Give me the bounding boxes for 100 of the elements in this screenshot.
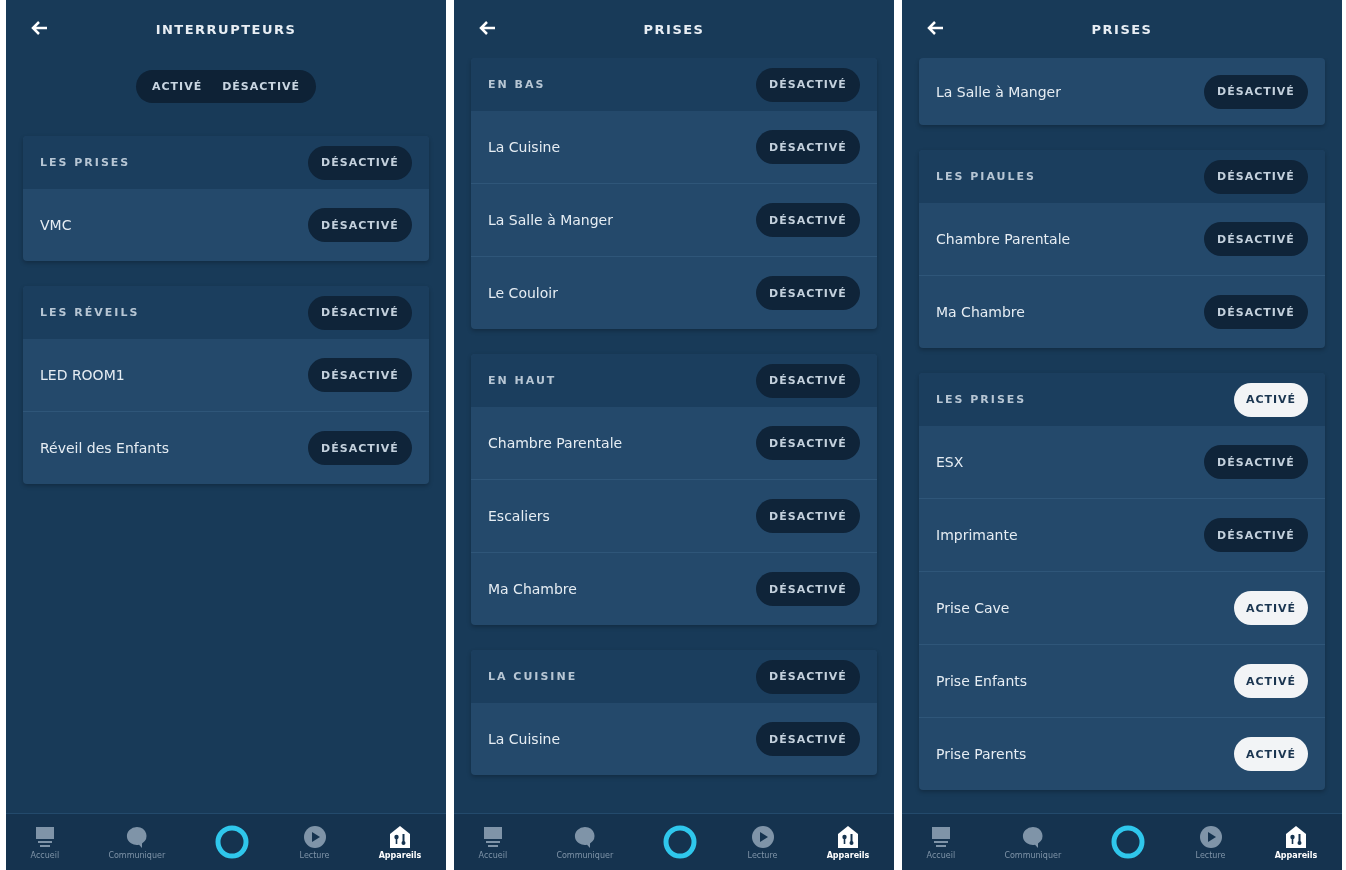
screen-title: PRISES bbox=[1091, 21, 1153, 37]
toggle-button[interactable]: DÉSACTIVÉ bbox=[756, 722, 860, 756]
back-arrow-icon[interactable] bbox=[30, 20, 48, 36]
toggle-button[interactable]: ACTIVÉ bbox=[1234, 664, 1308, 698]
device-row[interactable]: La Salle à Manger DÉSACTIVÉ bbox=[919, 58, 1325, 125]
smart-home-icon bbox=[836, 824, 860, 849]
smart-home-icon bbox=[388, 824, 412, 849]
smart-home-icon bbox=[1284, 824, 1308, 849]
home-icon bbox=[929, 824, 952, 849]
device-name: Chambre Parentale bbox=[488, 435, 623, 451]
play-icon bbox=[750, 824, 775, 849]
device-row[interactable]: VMC DÉSACTIVÉ bbox=[23, 189, 429, 261]
device-name: Chambre Parentale bbox=[936, 231, 1071, 247]
device-row[interactable]: Imprimante DÉSACTIVÉ bbox=[919, 498, 1325, 571]
device-name: La Salle à Manger bbox=[488, 212, 613, 228]
voice-assistant-ring-icon[interactable] bbox=[662, 824, 699, 860]
device-name: Prise Enfants bbox=[936, 673, 1028, 689]
device-name: Prise Parents bbox=[936, 746, 1027, 762]
nav-tab[interactable]: Communiquer bbox=[556, 824, 614, 860]
device-name: LED ROOM1 bbox=[40, 367, 125, 383]
device-row[interactable]: La Salle à Manger DÉSACTIVÉ bbox=[471, 183, 877, 256]
speech-bubble-icon bbox=[572, 824, 597, 849]
device-row[interactable]: Chambre Parentale DÉSACTIVÉ bbox=[471, 407, 877, 479]
group-name: LES PRISES bbox=[936, 393, 1027, 406]
toggle-button[interactable]: DÉSACTIVÉ bbox=[756, 659, 860, 694]
toggle-button[interactable]: DÉSACTIVÉ bbox=[1204, 222, 1308, 256]
nav-tab[interactable]: Communiquer bbox=[1004, 824, 1062, 860]
nav-tab[interactable]: Lecture bbox=[299, 824, 330, 860]
device-row[interactable]: Ma Chambre DÉSACTIVÉ bbox=[919, 275, 1325, 348]
home-icon bbox=[481, 824, 504, 849]
toggle-button[interactable]: DÉSACTIVÉ bbox=[756, 276, 860, 310]
nav-tab[interactable]: Communiquer bbox=[108, 824, 166, 860]
group-name: LA CUISINE bbox=[488, 670, 578, 683]
nav-tab[interactable]: Appareils bbox=[378, 824, 422, 860]
group-name: LES PIAULES bbox=[936, 170, 1036, 183]
device-name: Escaliers bbox=[488, 508, 550, 524]
filter-option[interactable]: ACTIVÉ bbox=[142, 70, 213, 103]
device-row[interactable]: Escaliers DÉSACTIVÉ bbox=[471, 479, 877, 552]
nav-tab[interactable]: Appareils bbox=[826, 824, 870, 860]
toggle-button[interactable]: DÉSACTIVÉ bbox=[308, 295, 412, 330]
nav-tab[interactable]: Accueil bbox=[478, 824, 508, 860]
device-name: La Cuisine bbox=[488, 139, 561, 155]
speech-bubble-icon bbox=[1020, 824, 1045, 849]
toggle-button[interactable]: DÉSACTIVÉ bbox=[308, 145, 412, 180]
device-row[interactable]: Ma Chambre DÉSACTIVÉ bbox=[471, 552, 877, 625]
device-row[interactable]: Réveil des Enfants DÉSACTIVÉ bbox=[23, 411, 429, 484]
toggle-button[interactable]: DÉSACTIVÉ bbox=[1204, 518, 1308, 552]
play-icon bbox=[1198, 824, 1223, 849]
device-name: La Salle à Manger bbox=[936, 83, 1061, 100]
toggle-button[interactable]: DÉSACTIVÉ bbox=[308, 431, 412, 465]
toggle-button[interactable]: DÉSACTIVÉ bbox=[1204, 445, 1308, 479]
filter-option[interactable]: DÉSACTIVÉ bbox=[212, 70, 310, 103]
device-row[interactable]: Le Couloir DÉSACTIVÉ bbox=[471, 256, 877, 329]
group-name: EN BAS bbox=[488, 78, 546, 91]
group-name: EN HAUT bbox=[488, 374, 557, 387]
toggle-button[interactable]: DÉSACTIVÉ bbox=[756, 426, 860, 460]
device-row[interactable]: La Cuisine DÉSACTIVÉ bbox=[471, 111, 877, 183]
device-row[interactable]: Prise Enfants ACTIVÉ bbox=[919, 644, 1325, 717]
toggle-button[interactable]: DÉSACTIVÉ bbox=[756, 572, 860, 606]
toggle-button[interactable]: DÉSACTIVÉ bbox=[1204, 159, 1308, 194]
toggle-button[interactable]: DÉSACTIVÉ bbox=[756, 130, 860, 164]
nav-tab[interactable]: Lecture bbox=[747, 824, 778, 860]
toggle-button[interactable]: DÉSACTIVÉ bbox=[756, 67, 860, 102]
toggle-button[interactable]: ACTIVÉ bbox=[1234, 382, 1308, 417]
toggle-button[interactable]: DÉSACTIVÉ bbox=[1204, 295, 1308, 329]
device-name: VMC bbox=[40, 217, 72, 233]
back-arrow-icon[interactable] bbox=[926, 20, 944, 36]
device-row[interactable]: La Cuisine DÉSACTIVÉ bbox=[471, 703, 877, 775]
device-row[interactable]: Prise Cave ACTIVÉ bbox=[919, 571, 1325, 644]
device-row[interactable]: ESX DÉSACTIVÉ bbox=[919, 426, 1325, 498]
nav-tab[interactable]: Accueil bbox=[926, 824, 956, 860]
toggle-button[interactable]: DÉSACTIVÉ bbox=[756, 363, 860, 398]
toggle-button[interactable]: ACTIVÉ bbox=[1234, 737, 1308, 771]
play-icon bbox=[302, 824, 327, 849]
home-icon bbox=[33, 824, 56, 849]
screen-title: INTERRUPTEURS bbox=[155, 21, 297, 37]
device-name: Prise Cave bbox=[936, 600, 1010, 616]
speech-bubble-icon bbox=[124, 824, 149, 849]
device-name: Ma Chambre bbox=[488, 581, 577, 597]
nav-tab[interactable]: Accueil bbox=[30, 824, 60, 860]
toggle-button[interactable]: DÉSACTIVÉ bbox=[308, 358, 412, 392]
device-name: La Cuisine bbox=[488, 731, 561, 747]
toggle-button[interactable]: ACTIVÉ bbox=[1234, 591, 1308, 625]
group-name: LES PRISES bbox=[40, 156, 131, 169]
group-name: LES RÉVEILS bbox=[40, 306, 140, 319]
device-name: ESX bbox=[936, 454, 964, 470]
device-name: Le Couloir bbox=[488, 285, 558, 301]
device-row[interactable]: Prise Parents ACTIVÉ bbox=[919, 717, 1325, 790]
voice-assistant-ring-icon[interactable] bbox=[214, 824, 251, 860]
toggle-button[interactable]: DÉSACTIVÉ bbox=[308, 208, 412, 242]
device-row[interactable]: LED ROOM1 DÉSACTIVÉ bbox=[23, 339, 429, 411]
back-arrow-icon[interactable] bbox=[478, 20, 496, 36]
device-name: Réveil des Enfants bbox=[40, 440, 169, 456]
nav-tab[interactable]: Appareils bbox=[1274, 824, 1318, 860]
device-row[interactable]: Chambre Parentale DÉSACTIVÉ bbox=[919, 203, 1325, 275]
toggle-button[interactable]: DÉSACTIVÉ bbox=[1204, 74, 1308, 109]
nav-tab[interactable]: Lecture bbox=[1195, 824, 1226, 860]
voice-assistant-ring-icon[interactable] bbox=[1110, 824, 1147, 860]
toggle-button[interactable]: DÉSACTIVÉ bbox=[756, 203, 860, 237]
toggle-button[interactable]: DÉSACTIVÉ bbox=[756, 499, 860, 533]
